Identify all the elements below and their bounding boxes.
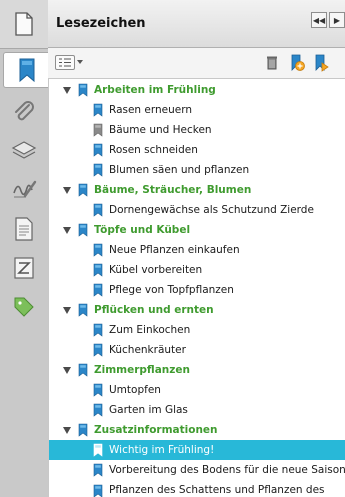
- bookmark-item[interactable]: Neue Pflanzen einkaufen: [49, 240, 345, 260]
- bookmark-item[interactable]: Garten im Glas: [49, 400, 345, 420]
- bookmark-label: Dornengewächse als Schutzund Zierde: [109, 204, 314, 216]
- bookmark-label: Zum Einkochen: [109, 324, 191, 336]
- bookmark-icon: [93, 323, 103, 337]
- bookmark-label: Rosen schneiden: [109, 144, 198, 156]
- next-pane-button[interactable]: ▶: [329, 12, 345, 28]
- chevron-down-icon: [77, 60, 83, 64]
- bookmark-item[interactable]: Pflege von Topfpflanzen: [49, 280, 345, 300]
- bookmark-label: Pflücken und ernten: [94, 304, 214, 316]
- bookmark-item[interactable]: Zum Einkochen: [49, 320, 345, 340]
- bookmark-item[interactable]: Kübel vorbereiten: [49, 260, 345, 280]
- bookmark-icon: [93, 163, 103, 177]
- bookmark-icon: [78, 423, 88, 437]
- bookmark-toolbar: [48, 48, 345, 79]
- options-menu-button[interactable]: [55, 55, 75, 70]
- bookmark-icon: [93, 484, 103, 497]
- panel-title: Lesezeichen: [56, 16, 146, 31]
- bookmark-label: Pflege von Topfpflanzen: [109, 284, 234, 296]
- delete-bookmark-icon[interactable]: [263, 54, 281, 72]
- bookmark-item[interactable]: Dornengewächse als Schutzund Zierde: [49, 200, 345, 220]
- bookmark-label: Küchenkräuter: [109, 344, 186, 356]
- bookmark-label: Blumen säen und pflanzen: [109, 164, 250, 176]
- bookmark-item[interactable]: Bäume und Hecken: [49, 120, 345, 140]
- bookmark-tree: Arbeiten im Frühling Rasen erneuern Bäume …: [48, 79, 345, 497]
- bookmark-parent-item[interactable]: Arbeiten im Frühling: [49, 80, 345, 100]
- bookmark-icon: [78, 303, 88, 317]
- layers-icon[interactable]: [6, 134, 42, 168]
- bookmark-icon: [93, 283, 103, 297]
- bookmark-label: Bäume, Sträucher, Blumen: [94, 184, 252, 196]
- navigation-sidebar: [0, 0, 49, 497]
- bookmark-icon: [93, 203, 103, 217]
- strip-top: [0, 0, 48, 49]
- bookmark-item[interactable]: Blumen säen und pflanzen: [49, 160, 345, 180]
- bookmark-icon[interactable]: [3, 52, 49, 88]
- bookmark-icon: [93, 243, 103, 257]
- expand-triangle-icon[interactable]: [63, 226, 71, 234]
- expand-triangle-icon[interactable]: [63, 86, 71, 94]
- bookmark-icon: [78, 183, 88, 197]
- signature-icon[interactable]: [6, 172, 42, 206]
- bookmark-icon: [93, 463, 103, 477]
- bookmark-item[interactable]: Rasen erneuern: [49, 100, 345, 120]
- pages-icon[interactable]: [6, 7, 42, 41]
- expand-triangle-icon[interactable]: [63, 306, 71, 314]
- bookmark-label: Zusatzinformationen: [94, 424, 218, 436]
- bookmark-item[interactable]: Umtopfen: [49, 380, 345, 400]
- bookmark-icon: [78, 223, 88, 237]
- bookmark-parent-item[interactable]: Bäume, Sträucher, Blumen: [49, 180, 345, 200]
- bookmark-parent-item[interactable]: Zimmerpflanzen: [49, 360, 345, 380]
- bookmark-parent-item[interactable]: Töpfe und Kübel: [49, 220, 345, 240]
- bookmark-label: Umtopfen: [109, 384, 161, 396]
- expand-triangle-icon[interactable]: [63, 186, 71, 194]
- bookmark-icon: [93, 143, 103, 157]
- bookmark-icon: [93, 383, 103, 397]
- attachment-icon[interactable]: [6, 95, 42, 129]
- content-icon[interactable]: [6, 251, 42, 285]
- bookmark-icon: [93, 343, 103, 357]
- bookmark-label: Bäume und Hecken: [109, 124, 212, 136]
- bookmark-label: Töpfe und Kübel: [94, 224, 191, 236]
- bookmark-label: Vorbereitung des Bodens für die neue Sai…: [109, 464, 345, 476]
- bookmark-label: Pflanzen des Schattens und Pflanzen des …: [109, 484, 325, 496]
- bookmark-label: Rasen erneuern: [109, 104, 193, 116]
- bookmark-icon: [93, 263, 103, 277]
- bookmark-icon: [93, 403, 103, 417]
- bookmark-label: Neue Pflanzen einkaufen: [109, 244, 240, 256]
- bookmark-parent-item[interactable]: Zusatzinformationen: [49, 420, 345, 440]
- new-bookmark-icon[interactable]: [288, 54, 306, 72]
- bookmark-label: Wichtig im Frühling!: [109, 444, 215, 456]
- bookmark-icon: [78, 363, 88, 377]
- bookmark-label: Arbeiten im Frühling: [94, 84, 216, 96]
- article-icon[interactable]: [6, 212, 42, 246]
- bookmark-icon: [78, 83, 88, 97]
- panel-header: Lesezeichen ◀◀ ▶: [48, 0, 345, 48]
- header-buttons: ◀◀ ▶: [309, 12, 345, 28]
- collapse-pane-button[interactable]: ◀◀: [311, 12, 327, 28]
- expand-triangle-icon[interactable]: [63, 366, 71, 374]
- acrobat-bookmarks-pane: Lesezeichen ◀◀ ▶ Arbeiten im Frühling Ras…: [0, 0, 345, 497]
- bookmark-label: Zimmerpflanzen: [94, 364, 190, 376]
- bookmark-icon: [93, 103, 103, 117]
- bookmark-item[interactable]: Wichtig im Frühling!: [49, 440, 345, 460]
- bookmark-icon: [93, 443, 103, 457]
- bookmark-icon: [93, 123, 103, 137]
- bookmark-item[interactable]: Küchenkräuter: [49, 340, 345, 360]
- bookmark-item[interactable]: Rosen schneiden: [49, 140, 345, 160]
- bookmark-label: Garten im Glas: [109, 404, 188, 416]
- bookmark-label: Kübel vorbereiten: [109, 264, 203, 276]
- expand-bookmark-icon[interactable]: [313, 54, 331, 72]
- bookmarks-panel: Lesezeichen ◀◀ ▶ Arbeiten im Frühling Ras…: [48, 0, 345, 497]
- bookmark-item[interactable]: Pflanzen des Schattens und Pflanzen des …: [49, 480, 345, 497]
- bookmark-parent-item[interactable]: Pflücken und ernten: [49, 300, 345, 320]
- bookmark-item[interactable]: Vorbereitung des Bodens für die neue Sai…: [49, 460, 345, 480]
- tag-icon[interactable]: [6, 290, 42, 324]
- expand-triangle-icon[interactable]: [63, 426, 71, 434]
